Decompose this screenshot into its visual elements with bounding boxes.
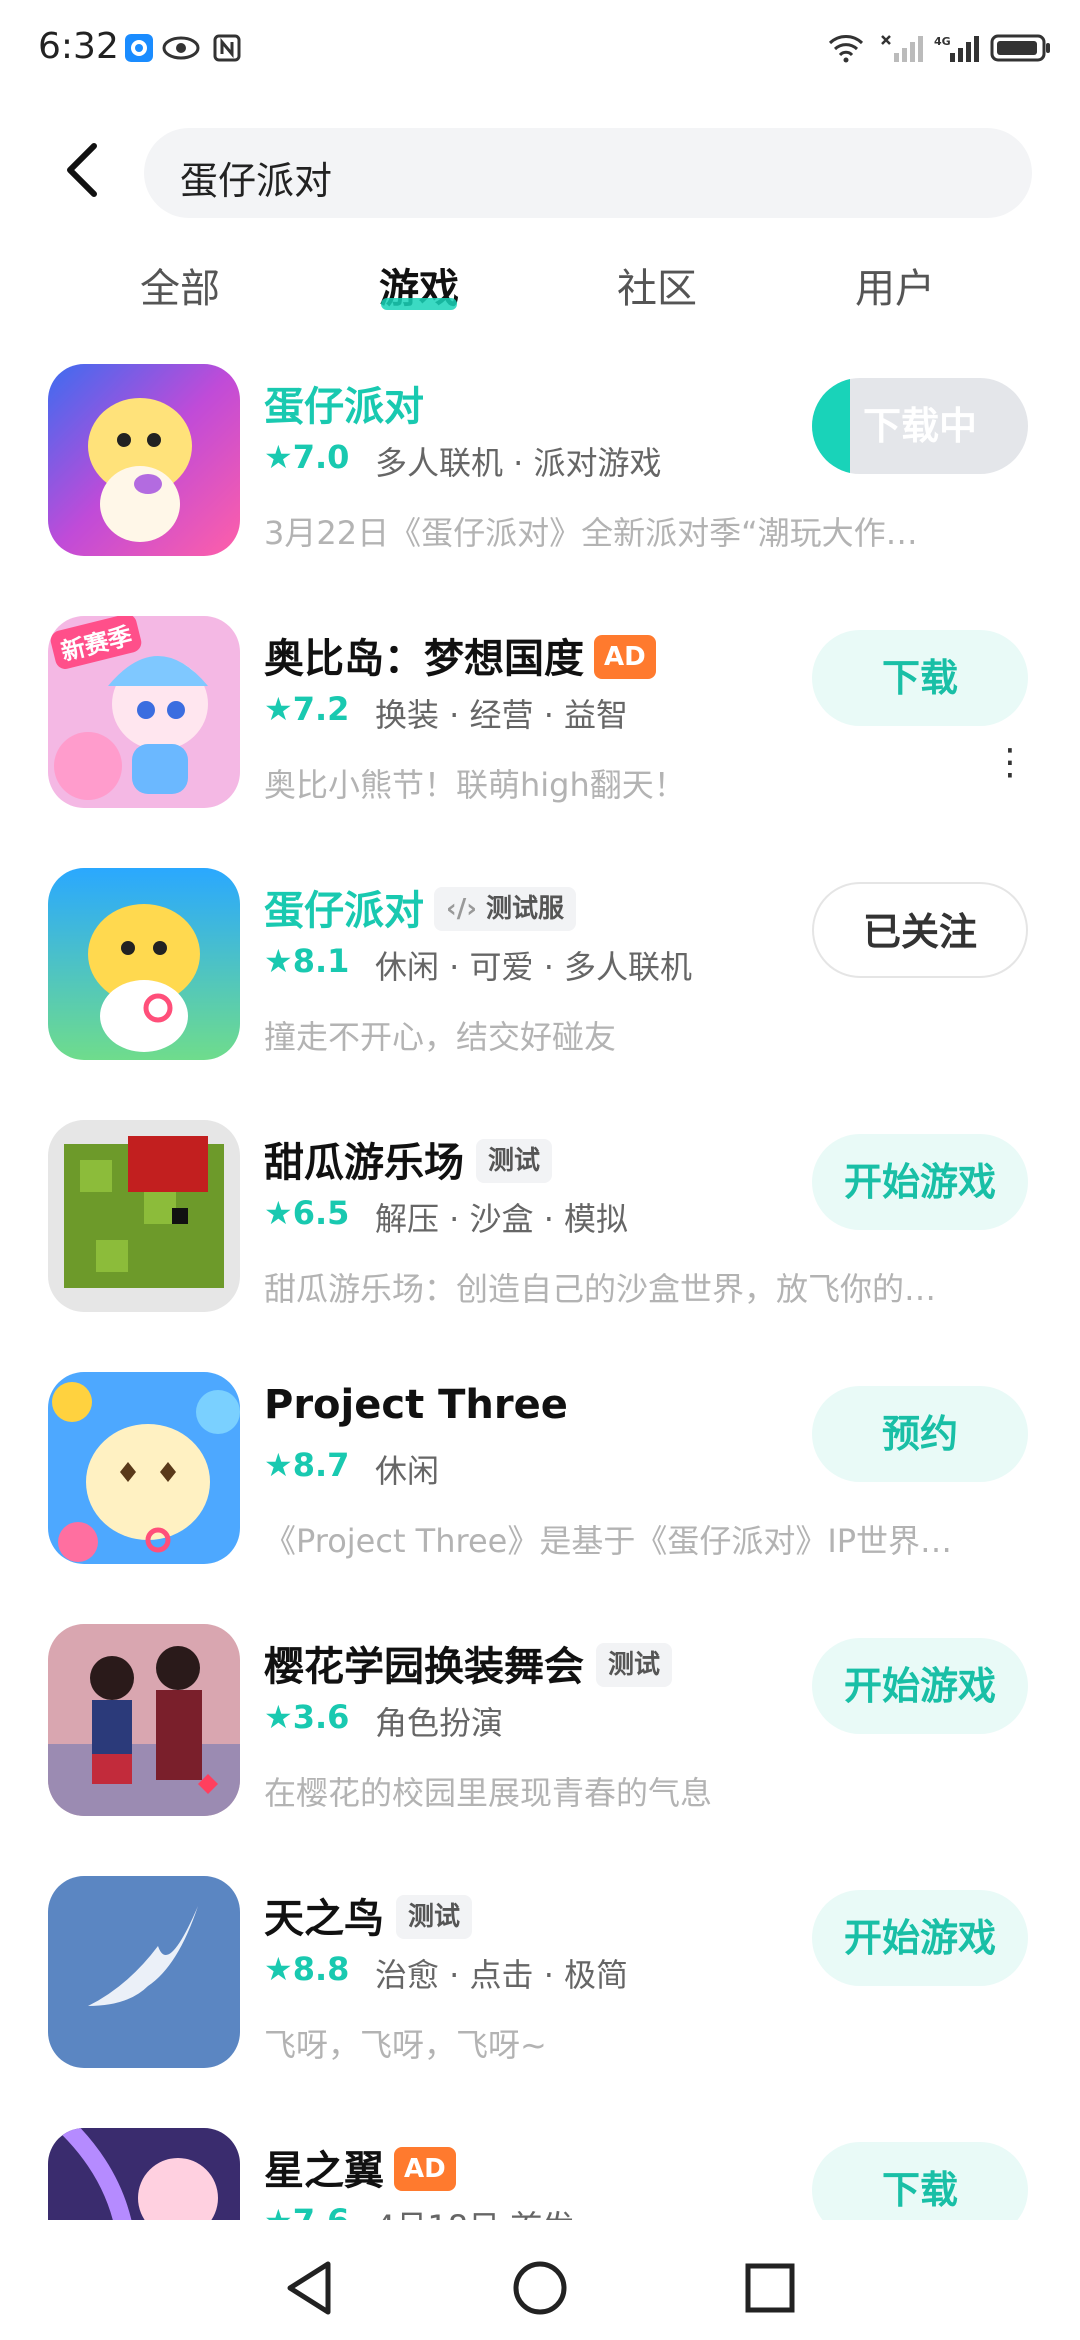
item-title: 甜瓜游乐场 测试 [264,1130,553,1188]
game-icon-eggy-party [48,364,240,556]
followed-button[interactable]: 已关注 [812,882,1028,978]
nfc-icon [213,34,241,62]
list-item[interactable]: 蛋仔派对 ★7.0 多人联机 · 派对游戏 3月22日《蛋仔派对》全新派对季“潮… [0,364,1080,616]
item-tags: 4月18日 首发 [375,2202,574,2220]
star-icon: ★ [264,1698,293,1736]
nav-home-icon[interactable] [512,2260,568,2316]
search-input[interactable]: 蛋仔派对 [144,128,1032,218]
system-nav-bar [0,2220,1080,2340]
game-icon-project-three [48,1372,240,1564]
test-server-badge: ‹/› 测试服 [434,887,577,931]
svg-text:4G: 4G [934,35,951,48]
item-rating: ★8.8 [264,1950,350,1988]
item-desc: 《Project Three》是基于《蛋仔派对》IP世界… [264,1522,953,1560]
reserve-button[interactable]: 预约 [812,1386,1028,1482]
item-tags: 解压 · 沙盒 · 模拟 [375,1200,629,1238]
star-icon: ★ [264,1446,293,1484]
star-icon: ★ [264,942,293,980]
list-item[interactable]: 蛋仔派对 ‹/› 测试服 ★8.1 休闲 · 可爱 · 多人联机 撞走不开心，结交… [0,868,1080,1120]
item-tags: 治愈 · 点击 · 极简 [375,1956,629,1994]
game-icon-sakura-school [48,1624,240,1816]
wifi-icon [828,35,864,63]
item-title: Project Three [264,1382,568,1428]
ad-badge: AD [594,635,656,679]
search-query: 蛋仔派对 [180,159,333,203]
star-icon: ★ [264,1950,293,1988]
game-icon-eggy-party-test [48,868,240,1060]
item-title: 蛋仔派对 ‹/› 测试服 [264,878,577,936]
star-icon: ★ [264,690,293,728]
list-item[interactable]: 新赛季 奥比岛：梦想国度 AD ★7.2 换装 · 经营 · 益智 奥比小熊节！联… [0,616,1080,868]
item-rating: ★3.6 [264,1698,350,1736]
eye-icon [162,36,200,60]
tab-community[interactable]: 社区 [557,256,757,314]
item-rating: ★8.7 [264,1446,350,1484]
item-tags: 休闲 [375,1452,440,1490]
test-badge: 测试 [396,1895,473,1939]
active-tab-indicator [381,298,457,310]
ad-badge: AD [394,2147,456,2191]
item-title: 星之翼 AD [264,2138,456,2196]
item-desc: 飞呀，飞呀，飞呀~ [264,2026,547,2064]
test-badge: 测试 [476,1139,553,1183]
play-button[interactable]: 开始游戏 [812,1638,1028,1734]
download-button[interactable]: 下载 [812,630,1028,726]
game-icon-star-wing [48,2128,240,2220]
play-button[interactable]: 开始游戏 [812,1134,1028,1230]
game-icon-sky-bird [48,1876,240,2068]
item-title: 奥比岛：梦想国度 AD [264,626,656,684]
item-desc: 奥比小熊节！联萌high翻天！ [264,766,686,804]
item-desc: 甜瓜游乐场：创造自己的沙盒世界，放飞你的… [264,1270,937,1308]
tab-users[interactable]: 用户 [795,256,995,314]
downloading-button[interactable]: 下载中 [812,378,1028,474]
list-item[interactable]: 樱花学园换装舞会 测试 ★3.6 角色扮演 在樱花的校园里展现青春的气息 开始游戏 [0,1624,1080,1876]
game-icon-melon-playground [48,1120,240,1312]
item-tags: 休闲 · 可爱 · 多人联机 [375,948,693,986]
browser-app-icon [125,34,153,62]
item-rating: ★8.1 [264,942,350,980]
item-rating: ★6.5 [264,1194,350,1232]
item-tags: 换装 · 经营 · 益智 [375,696,629,734]
item-title: 樱花学园换装舞会 测试 [264,1634,673,1692]
status-bar: 6:32 4G [0,0,1080,100]
back-arrow-icon[interactable] [62,140,102,200]
list-item[interactable]: Project Three ★8.7 休闲 《Project Three》是基于… [0,1372,1080,1624]
item-rating: ★7.0 [264,438,350,476]
download-progress-fill [812,378,850,474]
item-rating: ★7.6 [264,2202,349,2220]
status-time: 6:32 [38,26,119,67]
code-icon: ‹/› [446,894,477,924]
star-icon: ★ [264,438,293,476]
item-desc: 3月22日《蛋仔派对》全新派对季“潮玩大作… [264,514,918,552]
list-item[interactable]: 甜瓜游乐场 测试 ★6.5 解压 · 沙盒 · 模拟 甜瓜游乐场：创造自己的沙盒世… [0,1120,1080,1372]
list-item[interactable]: 星之翼AD ★7.6 4月18日 首发 下载 [0,2128,1080,2220]
item-title: 天之鸟 测试 [264,1886,473,1944]
more-options-icon[interactable]: ⋮ [992,742,1028,783]
star-icon: ★ [264,2202,293,2220]
nav-recents-icon[interactable] [744,2262,796,2314]
item-desc: 在樱花的校园里展现青春的气息 [264,1774,713,1812]
tab-all[interactable]: 全部 [80,256,280,314]
signal-4g-icon: 4G [934,35,979,62]
item-desc: 撞走不开心，结交好碰友 [264,1018,617,1056]
signal-sim1-icon [881,35,923,62]
item-tags: 多人联机 · 派对游戏 [375,444,662,482]
nav-back-icon[interactable] [284,2260,336,2316]
game-icon-obi-island: 新赛季 [48,616,240,808]
item-title: 蛋仔派对 [264,384,424,430]
test-badge: 测试 [596,1643,673,1687]
download-button[interactable]: 下载 [812,2142,1028,2220]
list-item[interactable]: 天之鸟 测试 ★8.8 治愈 · 点击 · 极简 飞呀，飞呀，飞呀~ 开始游戏 [0,1876,1080,2128]
item-tags: 角色扮演 [375,1704,504,1742]
play-button[interactable]: 开始游戏 [812,1890,1028,1986]
item-rating: ★7.2 [264,690,350,728]
star-icon: ★ [264,1194,293,1232]
battery-icon [990,34,1050,62]
